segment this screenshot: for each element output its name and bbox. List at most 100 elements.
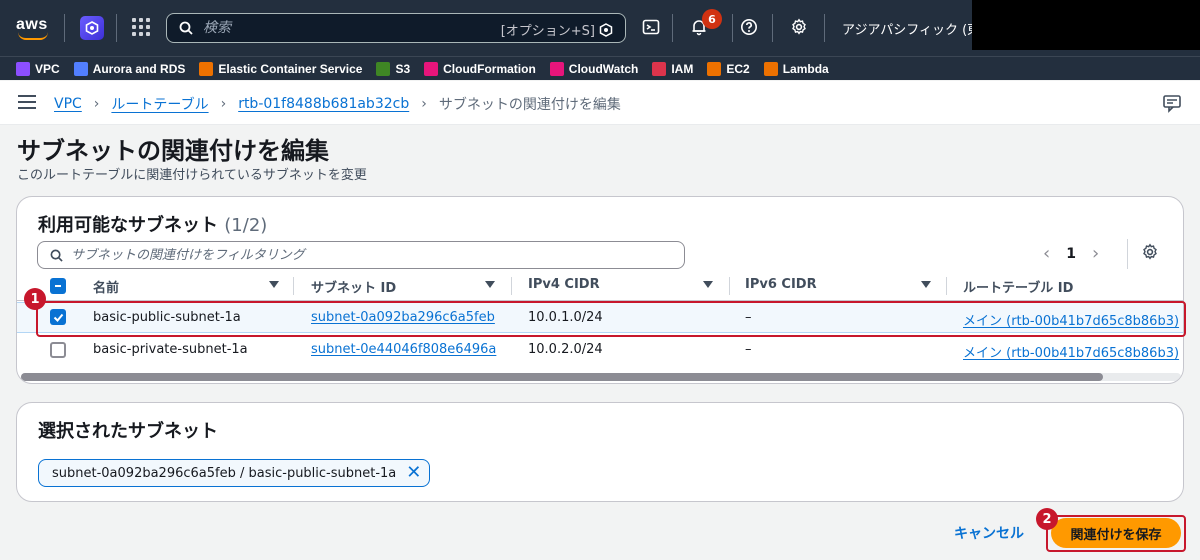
column-divider[interactable]	[729, 277, 730, 295]
sort-down-icon[interactable]	[485, 281, 495, 288]
nav-divider	[116, 14, 117, 42]
subnet-name: basic-private-subnet-1a	[93, 342, 248, 357]
top-navigation: aws [オプション+S] 6 アジアパシフィック (東京)	[0, 0, 1200, 56]
table-row[interactable]: basic-private-subnet-1a subnet-0e44046f8…	[17, 335, 1183, 366]
favorite-label: Aurora and RDS	[92, 61, 186, 76]
breadcrumb-route-tables[interactable]: ルートテーブル	[111, 94, 208, 114]
menu-icon[interactable]	[18, 95, 36, 109]
favorite-label: Elastic Container Service	[218, 61, 363, 76]
favorite-ecs[interactable]: Elastic Container Service	[199, 61, 363, 76]
close-icon[interactable]: ✕	[406, 464, 421, 482]
search-icon	[50, 249, 63, 262]
aws-logo[interactable]: aws	[16, 14, 50, 40]
available-subnets-title: 利用可能なサブネット	[38, 215, 218, 236]
chevron-right-icon: ›	[421, 96, 427, 112]
selected-subnets-panel: 選択されたサブネット subnet-0a092ba296c6a5feb / ba…	[16, 402, 1184, 502]
sort-down-icon[interactable]	[269, 281, 279, 288]
scrollbar-thumb[interactable]	[21, 373, 1103, 381]
column-header-subnet-id[interactable]: サブネット ID	[311, 277, 396, 296]
chevron-right-icon: ›	[220, 96, 227, 112]
highlight-save-button	[1046, 515, 1186, 552]
table-settings-gear-icon[interactable]	[1141, 243, 1159, 261]
favorite-label: S3	[395, 61, 411, 76]
pager-divider	[1127, 239, 1128, 269]
breadcrumb-bar: VPC › ルートテーブル › rtb-01f8488b681ab32cb › …	[0, 81, 1200, 125]
column-divider[interactable]	[293, 277, 294, 295]
breadcrumb: VPC › ルートテーブル › rtb-01f8488b681ab32cb › …	[54, 94, 621, 114]
help-icon[interactable]	[738, 16, 760, 38]
step-marker-2: 2	[1036, 508, 1058, 530]
step-marker-1: 1	[24, 288, 46, 310]
favorite-cloudformation[interactable]: CloudFormation	[424, 61, 536, 76]
cloudshell-icon[interactable]	[640, 16, 662, 38]
feedback-icon[interactable]	[1162, 93, 1182, 113]
search-shortcut-label: [オプション+S]	[500, 24, 595, 39]
favorite-lambda[interactable]: Lambda	[763, 61, 829, 76]
selected-subnet-token: subnet-0a092ba296c6a5feb / basic-public-…	[38, 459, 431, 487]
ipv6-cidr: –	[745, 342, 752, 357]
favorite-label: CloudWatch	[568, 61, 639, 76]
vpc-icon	[16, 61, 30, 76]
global-search[interactable]: [オプション+S]	[166, 13, 626, 43]
horizontal-scrollbar[interactable]	[21, 373, 1181, 381]
column-header-ipv4[interactable]: IPv4 CIDR	[528, 277, 600, 292]
favorite-label: VPC	[35, 61, 60, 76]
column-divider[interactable]	[946, 277, 947, 295]
favorite-vpc[interactable]: VPC	[16, 61, 60, 76]
cloudwatch-icon	[549, 61, 564, 76]
row-checkbox-unchecked[interactable]	[50, 342, 66, 358]
cancel-button[interactable]: キャンセル	[954, 523, 1024, 543]
available-subnets-count: (1/2)	[224, 215, 268, 236]
available-subnets-heading: 利用可能なサブネット (1/2)	[38, 211, 267, 237]
favorite-aurora-rds[interactable]: Aurora and RDS	[73, 61, 186, 76]
search-icon	[179, 21, 193, 35]
pagination: ‹ 1 ›	[1043, 243, 1099, 264]
favorite-label: CloudFormation	[443, 61, 536, 76]
services-menu-icon[interactable]	[132, 18, 150, 36]
nav-divider	[732, 14, 733, 42]
rds-icon	[73, 61, 88, 76]
favorites-bar: VPC Aurora and RDS Elastic Container Ser…	[0, 56, 1200, 80]
subnet-filter[interactable]	[37, 241, 685, 269]
column-divider[interactable]	[511, 277, 512, 295]
chevron-right-icon: ›	[93, 96, 100, 112]
table-header: 名前 サブネット ID IPv4 CIDR IPv6 CIDR ルートテーブル …	[17, 273, 1183, 301]
route-table-link[interactable]: メイン (rtb-00b41b7d65c8b86b3)	[963, 346, 1179, 361]
breadcrumb-current: サブネットの関連付けを編集	[438, 97, 621, 113]
search-input[interactable]	[203, 20, 503, 36]
column-header-ipv6[interactable]: IPv6 CIDR	[745, 277, 817, 292]
aws-smile-icon	[18, 32, 48, 40]
notification-badge: 6	[702, 9, 722, 29]
breadcrumb-vpc[interactable]: VPC	[54, 96, 82, 112]
selected-subnets-heading: 選択されたサブネット	[38, 421, 218, 442]
page-title: サブネットの関連付けを編集	[17, 137, 329, 165]
ecs-icon	[199, 61, 214, 76]
nav-divider	[824, 14, 825, 42]
iam-icon	[652, 61, 667, 76]
amazon-q-search-icon	[599, 22, 613, 37]
favorite-iam[interactable]: IAM	[652, 61, 694, 76]
sort-down-icon[interactable]	[921, 281, 931, 288]
sort-down-icon[interactable]	[703, 281, 713, 288]
column-header-route-table[interactable]: ルートテーブル ID	[963, 277, 1073, 296]
favorite-s3[interactable]: S3	[376, 61, 411, 76]
gear-icon[interactable]	[788, 16, 810, 38]
column-header-name[interactable]: 名前	[93, 277, 119, 296]
available-subnets-panel: 利用可能なサブネット (1/2) ‹ 1 › 名前 サブネット ID IPv4 …	[16, 196, 1184, 384]
amazon-q-icon[interactable]	[80, 16, 104, 40]
subnet-id-link[interactable]: subnet-0e44046f808e6496a	[311, 342, 496, 357]
favorite-cloudwatch[interactable]: CloudWatch	[549, 61, 639, 76]
chevron-right-icon[interactable]: ›	[1092, 243, 1099, 264]
favorite-label: EC2	[726, 61, 750, 76]
highlight-selected-row	[36, 301, 1186, 337]
selected-subnet-label: subnet-0a092ba296c6a5feb / basic-public-…	[52, 465, 397, 481]
favorite-ec2[interactable]: EC2	[707, 61, 750, 76]
favorite-label: IAM	[671, 61, 694, 76]
chevron-left-icon[interactable]: ‹	[1043, 243, 1050, 264]
breadcrumb-route-table-id[interactable]: rtb-01f8488b681ab32cb	[238, 96, 409, 112]
lambda-icon	[763, 61, 778, 76]
current-page[interactable]: 1	[1066, 246, 1076, 262]
nav-divider	[672, 14, 673, 42]
subnet-filter-input[interactable]	[71, 247, 631, 263]
select-all-checkbox[interactable]	[50, 278, 66, 294]
